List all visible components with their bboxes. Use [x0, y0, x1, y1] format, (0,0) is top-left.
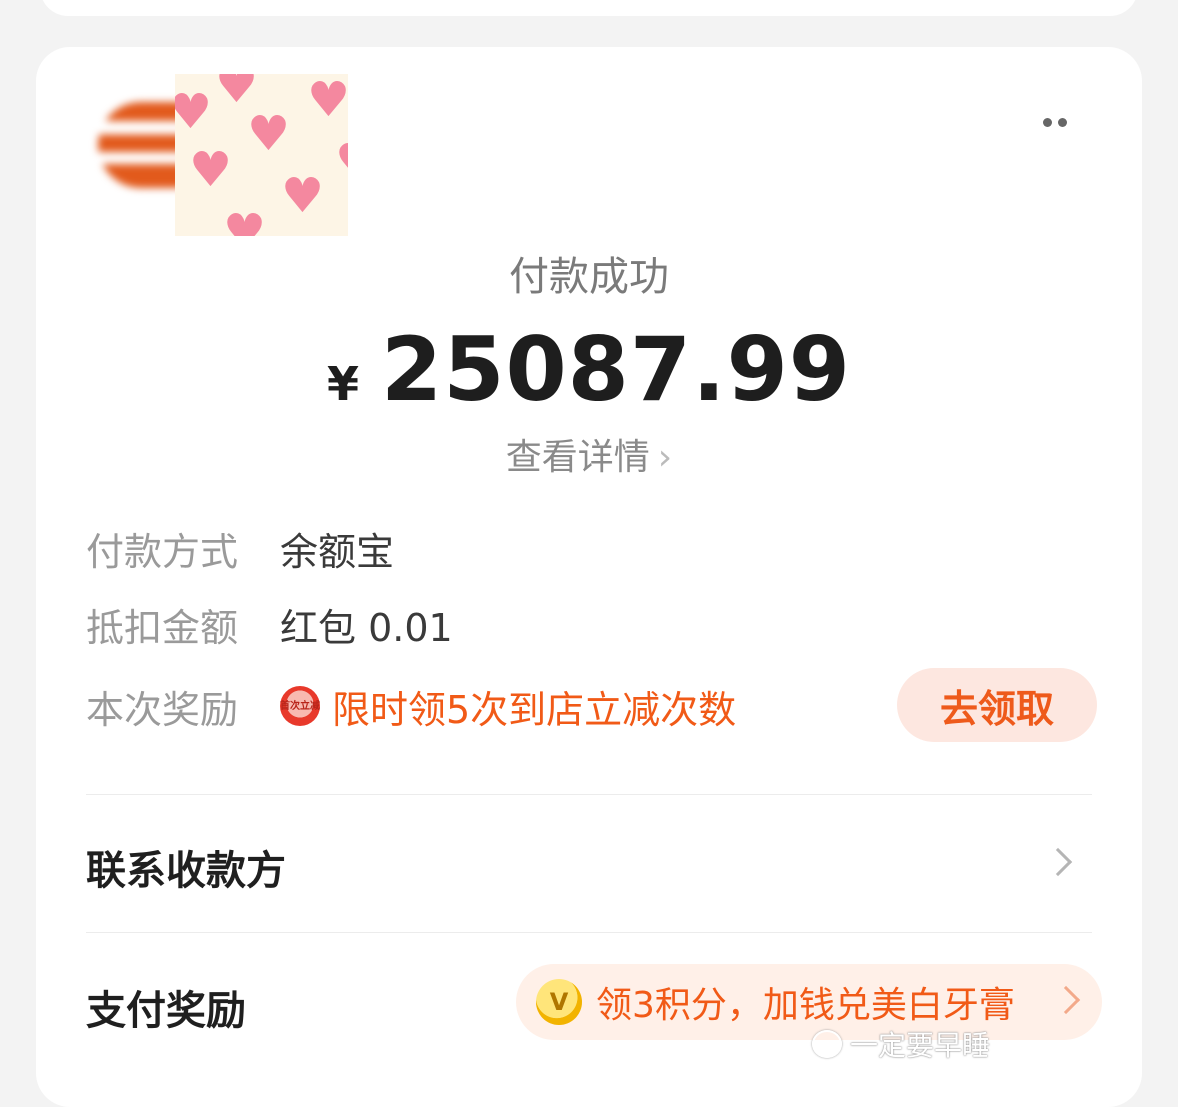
- discount-coupon-icon: 首次立减: [280, 686, 320, 726]
- heart-icon: ♥: [247, 106, 291, 162]
- payment-method-value: 余额宝: [280, 529, 395, 574]
- heart-icon: ♥: [335, 138, 348, 186]
- more-options-button[interactable]: [1040, 114, 1070, 130]
- pay-reward-label: 支付奖励: [86, 988, 246, 1034]
- reward-label: 本次奖励: [86, 687, 239, 732]
- view-details-link[interactable]: 查看详情 ›: [0, 428, 1178, 480]
- payment-status: 付款成功: [509, 254, 669, 300]
- divider: [86, 932, 1092, 933]
- watermark-text: 一定要早睡: [850, 1029, 991, 1062]
- deduction-label: 抵扣金额: [86, 605, 239, 650]
- heart-icon: ♥: [281, 168, 325, 224]
- payment-method-label: 付款方式: [86, 529, 239, 574]
- points-coin-icon: V: [536, 979, 582, 1025]
- amount-value: 25087.99: [380, 318, 852, 421]
- heart-icon: ♥: [223, 204, 267, 236]
- reward-text: 限时领5次到店立减次数: [332, 687, 737, 732]
- more-dot-icon: [1043, 117, 1052, 127]
- weibo-logo-icon: [812, 1030, 842, 1058]
- claim-reward-button[interactable]: 去领取: [897, 668, 1097, 742]
- chevron-right-icon: ›: [657, 437, 673, 478]
- payment-method-row: 付款方式 余额宝: [86, 520, 394, 576]
- chevron-right-icon: [1051, 985, 1081, 1015]
- reward-row: 本次奖励 首次立减 限时领5次到店立减次数: [86, 678, 736, 734]
- heart-icon: ♥: [175, 84, 213, 140]
- previous-card: [40, 0, 1138, 16]
- heart-pattern-image: ♥ ♥ ♥ ♥ ♥ ♥ ♥ ♥: [175, 74, 348, 236]
- currency-symbol: ¥: [326, 357, 359, 411]
- deduction-value: 红包 0.01: [280, 605, 453, 650]
- points-promo-text: 领3积分，加钱兑美白牙膏: [596, 985, 1015, 1026]
- contact-payee-label[interactable]: 联系收款方: [86, 838, 286, 896]
- heart-icon: ♥: [189, 142, 233, 198]
- merchant-avatar: ♥ ♥ ♥ ♥ ♥ ♥ ♥ ♥: [98, 74, 348, 236]
- deduction-row: 抵扣金额 红包 0.01: [86, 596, 453, 652]
- payment-amount: ¥ 25087.99: [0, 318, 1178, 421]
- more-dot-icon: [1058, 117, 1067, 127]
- heart-icon: ♥: [307, 74, 348, 128]
- points-promo-button[interactable]: V 领3积分，加钱兑美白牙膏: [516, 964, 1102, 1040]
- weibo-watermark: 一定要早睡: [812, 1026, 990, 1062]
- view-details-label: 查看详情: [505, 437, 650, 478]
- heart-icon: ♥: [215, 74, 259, 114]
- divider: [86, 794, 1092, 795]
